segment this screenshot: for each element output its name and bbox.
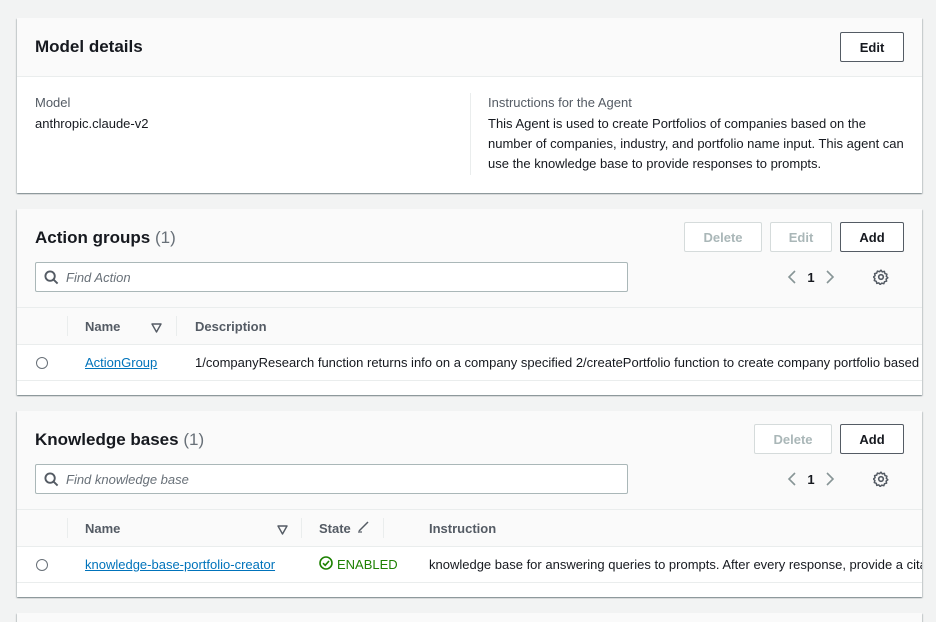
knowledge-base-page-number[interactable]: 1	[801, 472, 821, 487]
knowledge-bases-panel: Knowledge bases (1) Delete Add 1 Name	[17, 411, 922, 597]
chevron-left-icon[interactable]	[783, 470, 801, 488]
row-state-cell: ENABLED	[319, 547, 398, 582]
column-divider	[470, 93, 471, 175]
model-value: anthropic.claude-v2	[35, 116, 149, 131]
row-radio[interactable]	[36, 558, 48, 571]
knowledge-base-link[interactable]: knowledge-base-portfolio-creator	[85, 557, 275, 572]
column-header-name-label: Name	[85, 520, 121, 536]
action-groups-panel: Action groups (1) Delete Edit Add 1	[17, 209, 922, 395]
action-groups-add-button[interactable]: Add	[840, 222, 904, 252]
column-header-name[interactable]: Name	[85, 308, 120, 344]
model-details-edit-button[interactable]: Edit	[840, 32, 904, 62]
knowledge-bases-count: (1)	[183, 430, 205, 449]
knowledge-base-pagination: 1	[783, 464, 839, 494]
column-header-description-label: Description	[195, 318, 267, 334]
chevron-right-icon[interactable]	[821, 470, 839, 488]
knowledge-bases-header: Knowledge bases (1) Delete Add 1	[17, 411, 922, 509]
action-table-header: Name Description	[17, 307, 922, 345]
status-text: ENABLED	[337, 557, 398, 572]
sort-down-icon[interactable]	[151, 321, 162, 336]
pencil-icon	[357, 520, 370, 536]
action-search-input[interactable]	[36, 263, 627, 291]
action-groups-header: Action groups (1) Delete Edit Add 1	[17, 209, 922, 307]
column-header-name-label: Name	[85, 318, 121, 334]
search-icon	[44, 472, 59, 490]
next-panel	[17, 613, 922, 622]
column-divider	[301, 518, 302, 538]
sort-down-icon[interactable]	[277, 523, 288, 538]
check-circle-icon	[319, 556, 333, 573]
model-field: Model anthropic.claude-v2	[35, 94, 148, 134]
column-header-state-label: State	[319, 520, 351, 536]
model-details-title: Model details	[35, 37, 143, 56]
instructions-value: This Agent is used to create Portfolios …	[488, 116, 904, 171]
action-groups-count: (1)	[154, 228, 176, 247]
row-instruction-cell: knowledge base for answering queries to …	[429, 557, 922, 572]
search-icon	[44, 270, 59, 288]
column-divider	[383, 518, 384, 538]
chevron-left-icon[interactable]	[783, 268, 801, 286]
column-header-description: Description	[195, 308, 267, 344]
row-name-cell: knowledge-base-portfolio-creator	[85, 547, 275, 582]
row-select-cell	[36, 547, 48, 582]
instructions-field: Instructions for the Agent This Agent is…	[488, 94, 908, 174]
model-details-panel: Model details Edit Model anthropic.claud…	[17, 18, 922, 193]
row-description-cell: 1/companyResearch function returns info …	[195, 355, 920, 370]
row-radio[interactable]	[36, 356, 48, 369]
column-header-instruction-label: Instruction	[429, 520, 497, 536]
instructions-label: Instructions for the Agent	[488, 95, 632, 110]
action-group-link[interactable]: ActionGroup	[85, 355, 157, 370]
action-search-field[interactable]	[35, 262, 628, 292]
column-divider	[176, 316, 177, 336]
knowledge-bases-delete-button[interactable]: Delete	[754, 424, 832, 454]
column-header-name[interactable]: Name	[85, 510, 120, 546]
gear-icon[interactable]	[871, 267, 891, 287]
chevron-right-icon[interactable]	[821, 268, 839, 286]
status-badge: ENABLED	[319, 556, 398, 573]
knowledge-base-search-field[interactable]	[35, 464, 628, 494]
action-groups-title: Action groups (1)	[35, 228, 176, 248]
column-header-state: State	[319, 510, 370, 546]
column-header-instruction: Instruction	[429, 510, 496, 546]
action-groups-title-text: Action groups	[35, 228, 151, 247]
action-groups-delete-button[interactable]: Delete	[684, 222, 762, 252]
gear-icon[interactable]	[871, 469, 891, 489]
column-divider	[67, 316, 68, 336]
knowledge-bases-title-text: Knowledge bases	[35, 430, 179, 449]
table-row[interactable]: ActionGroup 1/companyResearch function r…	[17, 345, 922, 381]
table-row[interactable]: knowledge-base-portfolio-creator ENABLED…	[17, 547, 922, 583]
knowledge-bases-title: Knowledge bases (1)	[35, 430, 204, 450]
knowledge-base-search-input[interactable]	[36, 465, 627, 493]
column-divider	[67, 518, 68, 538]
knowledge-base-table-header: Name State Instruction	[17, 509, 922, 547]
knowledge-bases-add-button[interactable]: Add	[840, 424, 904, 454]
action-pagination: 1	[783, 262, 839, 292]
action-groups-edit-button[interactable]: Edit	[770, 222, 832, 252]
row-name-cell: ActionGroup	[85, 345, 157, 380]
model-label: Model	[35, 95, 71, 110]
model-details-header: Model details Edit	[17, 18, 922, 77]
action-page-number[interactable]: 1	[801, 270, 821, 285]
row-select-cell	[36, 345, 48, 380]
